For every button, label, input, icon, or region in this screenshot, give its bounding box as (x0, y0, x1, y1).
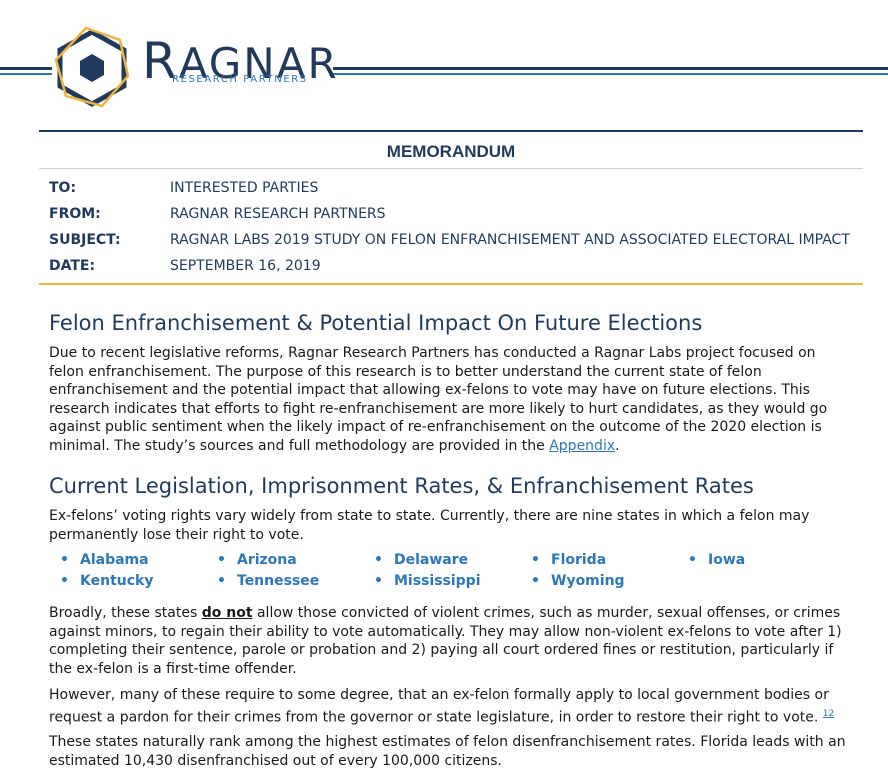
state-name: Delaware (394, 552, 469, 568)
memo-value: SEPTEMBER 16, 2019 (170, 258, 321, 274)
state-name: Iowa (708, 552, 746, 568)
list-item: • Wyoming (531, 573, 625, 589)
state-name: Florida (551, 552, 607, 568)
list-item: • Iowa (688, 552, 745, 568)
bullet-icon: • (374, 552, 383, 568)
bullet-icon: • (531, 573, 540, 589)
bullet-icon: • (531, 552, 540, 568)
state-name: Mississippi (394, 573, 481, 589)
list-item: • Alabama (60, 552, 149, 568)
memo-bottom-rule (39, 283, 863, 285)
bullet-icon: • (688, 552, 697, 568)
memo-key: SUBJECT: (49, 232, 121, 248)
emphasis-text: do not (201, 605, 253, 621)
state-name: Arizona (237, 552, 297, 568)
list-item: • Tennessee (217, 573, 319, 589)
section-paragraph: These states naturally rank among the hi… (49, 734, 846, 769)
memo-title: MEMORANDUM (386, 142, 516, 161)
bullet-icon: • (60, 573, 69, 589)
state-name: Alabama (80, 552, 149, 568)
state-name: Tennessee (237, 573, 320, 589)
bullet-icon: • (60, 552, 69, 568)
bullet-icon: • (217, 573, 226, 589)
header-stripe-left-light (0, 73, 52, 75)
bullet-icon: • (217, 552, 226, 568)
state-name: Kentucky (80, 573, 154, 589)
memo-top-rule (39, 130, 863, 132)
paragraph-text: However, many of these require to some d… (49, 687, 829, 726)
memo-value: INTERESTED PARTIES (170, 180, 319, 196)
header-stripe-right-light (333, 73, 888, 75)
list-item: • Delaware (374, 552, 468, 568)
section-intro: Ex-felons’ voting rights vary widely fro… (49, 508, 810, 543)
header-stripe-left (0, 67, 52, 70)
footnote-link[interactable]: 2 (829, 709, 835, 719)
section-heading: Current Legislation, Imprisonment Rates,… (49, 474, 754, 498)
list-item: • Arizona (217, 552, 297, 568)
list-item: • Mississippi (374, 573, 481, 589)
bullet-icon: • (374, 573, 383, 589)
paragraph-end: . (615, 437, 620, 454)
memo-title-divider (39, 168, 863, 169)
memo-key: TO: (49, 180, 77, 196)
hexagon-logo-icon (54, 26, 130, 108)
section-paragraph: Broadly, these states do not allow those… (49, 604, 849, 678)
memo-value: RAGNAR LABS 2019 STUDY ON FELON ENFRANCH… (170, 232, 850, 248)
section-paragraph: Due to recent legislative reforms, Ragna… (49, 344, 849, 455)
state-name: Wyoming (551, 573, 625, 589)
header-stripe-right (333, 67, 888, 70)
appendix-link[interactable]: Appendix (549, 438, 615, 454)
paragraph-text: Due to recent legislative reforms, Ragna… (49, 345, 828, 454)
letterhead: RAGNAR RESEARCH PARTNERS (0, 0, 888, 125)
paragraph-text: Broadly, these states (49, 605, 198, 621)
section-paragraph: However, many of these require to some d… (49, 686, 849, 727)
memo-value: RAGNAR RESEARCH PARTNERS (170, 206, 386, 222)
list-item: • Kentucky (60, 573, 153, 589)
section-heading: Felon Enfranchisement & Potential Impact… (49, 311, 703, 335)
brand-subtitle: RESEARCH PARTNERS (172, 74, 308, 85)
memo-key: DATE: (49, 258, 96, 274)
memo-key: FROM: (49, 206, 101, 222)
list-item: • Florida (531, 552, 606, 568)
